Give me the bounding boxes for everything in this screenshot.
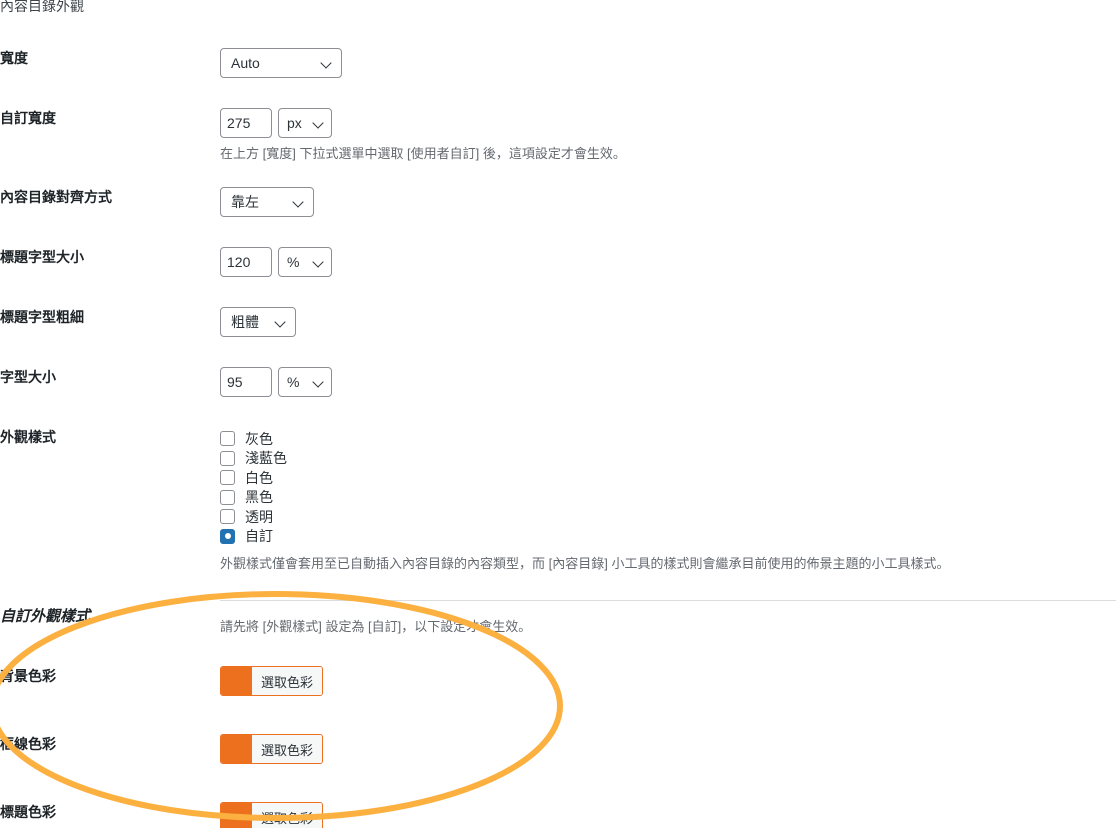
appearance-option[interactable]: 灰色 [220, 429, 1116, 449]
appearance-option[interactable]: 淺藍色 [220, 449, 1116, 469]
field-appearance-theme: 灰色淺藍色白色黑色透明自訂 外觀樣式僅會套用至已自動插入內容目錄的內容類型，而 … [220, 427, 1116, 574]
appearance-option[interactable]: 白色 [220, 468, 1116, 488]
title-font-size-controls: 120 % [220, 247, 1116, 277]
checkbox-unchecked-icon[interactable] [220, 450, 235, 466]
field-row-appearance-theme: 外觀樣式 灰色淺藍色白色黑色透明自訂 外觀樣式僅會套用至已自動插入內容目錄的內容… [0, 427, 1116, 574]
field-custom-width: 275 px 在上方 [寬度] 下拉式選單中選取 [使用者自訂] 後，這項設定才… [220, 108, 1116, 164]
custom-width-unit-select[interactable]: px [278, 108, 332, 138]
custom-width-unit-value: px [287, 115, 302, 131]
color-field-label: 背景色彩 [0, 668, 56, 684]
custom-width-controls: 275 px [220, 108, 1116, 138]
label-width: 寬度 [0, 50, 28, 66]
label-alignment: 內容目錄對齊方式 [0, 189, 112, 205]
checkbox-unchecked-icon[interactable] [220, 489, 235, 505]
custom-section-help: 請先將 [外觀樣式] 設定為 [自訂]，以下設定才會生效。 [220, 619, 532, 634]
field-row-width: 寬度 Auto [0, 48, 1116, 78]
custom-section-help-col: 請先將 [外觀樣式] 設定為 [自訂]，以下設定才會生效。 [220, 617, 1116, 637]
chevron-down-icon [313, 256, 325, 268]
title-font-size-unit-select[interactable]: % [278, 247, 332, 277]
width-select[interactable]: Auto [220, 48, 342, 78]
appearance-theme-help: 外觀樣式僅會套用至已自動插入內容目錄的內容類型，而 [內容目錄] 小工具的樣式則… [220, 556, 950, 571]
custom-width-help: 在上方 [寬度] 下拉式選單中選取 [使用者自訂] 後，這項設定才會生效。 [220, 146, 626, 161]
font-size-input[interactable]: 95 [220, 367, 272, 397]
label-title-font-weight: 標題字型粗細 [0, 309, 84, 325]
select-color-button[interactable]: 選取色彩 [220, 666, 324, 696]
select-color-button[interactable]: 選取色彩 [220, 802, 324, 828]
section-intro-heading: 內容目錄外觀 [0, 0, 84, 14]
appearance-theme-option-list: 灰色淺藍色白色黑色透明自訂 [220, 427, 1116, 546]
appearance-option-label: 灰色 [245, 430, 273, 447]
select-color-button-label: 選取色彩 [252, 735, 323, 763]
appearance-option-label: 自訂 [245, 528, 273, 545]
label-font-size: 字型大小 [0, 369, 56, 385]
field-width: Auto [220, 48, 1116, 78]
field-row-title-font-weight: 標題字型粗細 粗體 [0, 307, 1116, 337]
checkbox-unchecked-icon[interactable] [220, 509, 235, 525]
title-font-weight-value: 粗體 [231, 314, 259, 330]
appearance-option-label: 淺藍色 [245, 450, 287, 467]
alignment-select-value: 靠左 [231, 194, 259, 210]
color-field-label: 框線色彩 [0, 736, 56, 752]
color-swatch[interactable] [221, 667, 252, 695]
chevron-down-icon [313, 376, 325, 388]
title-font-weight-select[interactable]: 粗體 [220, 307, 296, 337]
field-row-font-size: 字型大小 95 % [0, 367, 1116, 397]
color-field-row: 標題色彩 選取色彩 [0, 802, 1116, 828]
width-select-value: Auto [231, 55, 260, 71]
chevron-down-icon [313, 117, 325, 129]
settings-page: 內容目錄外觀 寬度 Auto 自訂寬度 275 px 在上方 [寬度] 下拉式選… [0, 0, 1116, 828]
field-row-alignment: 內容目錄對齊方式 靠左 [0, 187, 1116, 217]
chevron-down-icon [293, 196, 305, 208]
field-row-custom-width: 自訂寬度 275 px 在上方 [寬度] 下拉式選單中選取 [使用者自訂] 後，… [0, 108, 1116, 164]
color-swatch[interactable] [221, 735, 252, 763]
label-title-font-size: 標題字型大小 [0, 249, 84, 265]
select-color-button-label: 選取色彩 [252, 803, 323, 828]
font-size-unit-select[interactable]: % [278, 367, 332, 397]
appearance-option[interactable]: 透明 [220, 507, 1116, 527]
radio-checked-icon[interactable] [220, 528, 235, 544]
font-size-controls: 95 % [220, 367, 1116, 397]
color-field-label: 標題色彩 [0, 804, 56, 820]
color-swatch[interactable] [221, 803, 252, 828]
section-divider [220, 600, 1116, 601]
checkbox-unchecked-icon[interactable] [220, 470, 235, 486]
select-color-button-label: 選取色彩 [252, 667, 323, 695]
label-appearance-theme: 外觀樣式 [0, 429, 56, 445]
appearance-option-label: 黑色 [245, 489, 273, 506]
select-color-button[interactable]: 選取色彩 [220, 734, 324, 764]
color-field-control: 選取色彩 [220, 802, 1116, 828]
custom-width-input[interactable]: 275 [220, 108, 272, 138]
color-field-row: 框線色彩 選取色彩 [0, 734, 1116, 768]
alignment-select[interactable]: 靠左 [220, 187, 314, 217]
color-field-control: 選取色彩 [220, 734, 1116, 768]
color-field-row: 背景色彩 選取色彩 [0, 666, 1116, 700]
field-title-font-size: 120 % [220, 247, 1116, 277]
chevron-down-icon [275, 316, 287, 328]
chevron-down-icon [321, 57, 333, 69]
field-row-title-font-size: 標題字型大小 120 % [0, 247, 1116, 277]
appearance-option[interactable]: 自訂 [220, 527, 1116, 547]
checkbox-unchecked-icon[interactable] [220, 431, 235, 447]
appearance-option[interactable]: 黑色 [220, 488, 1116, 508]
appearance-option-label: 透明 [245, 508, 273, 525]
title-font-size-unit-value: % [287, 254, 300, 270]
color-field-control: 選取色彩 [220, 666, 1116, 700]
label-custom-width: 自訂寬度 [0, 110, 56, 126]
font-size-unit-value: % [287, 374, 300, 390]
field-font-size: 95 % [220, 367, 1116, 397]
appearance-option-label: 白色 [245, 469, 273, 486]
field-alignment: 靠左 [220, 187, 1116, 217]
custom-section-help-row: 請先將 [外觀樣式] 設定為 [自訂]，以下設定才會生效。 [0, 617, 1116, 637]
title-font-size-input[interactable]: 120 [220, 247, 272, 277]
field-title-font-weight: 粗體 [220, 307, 1116, 337]
